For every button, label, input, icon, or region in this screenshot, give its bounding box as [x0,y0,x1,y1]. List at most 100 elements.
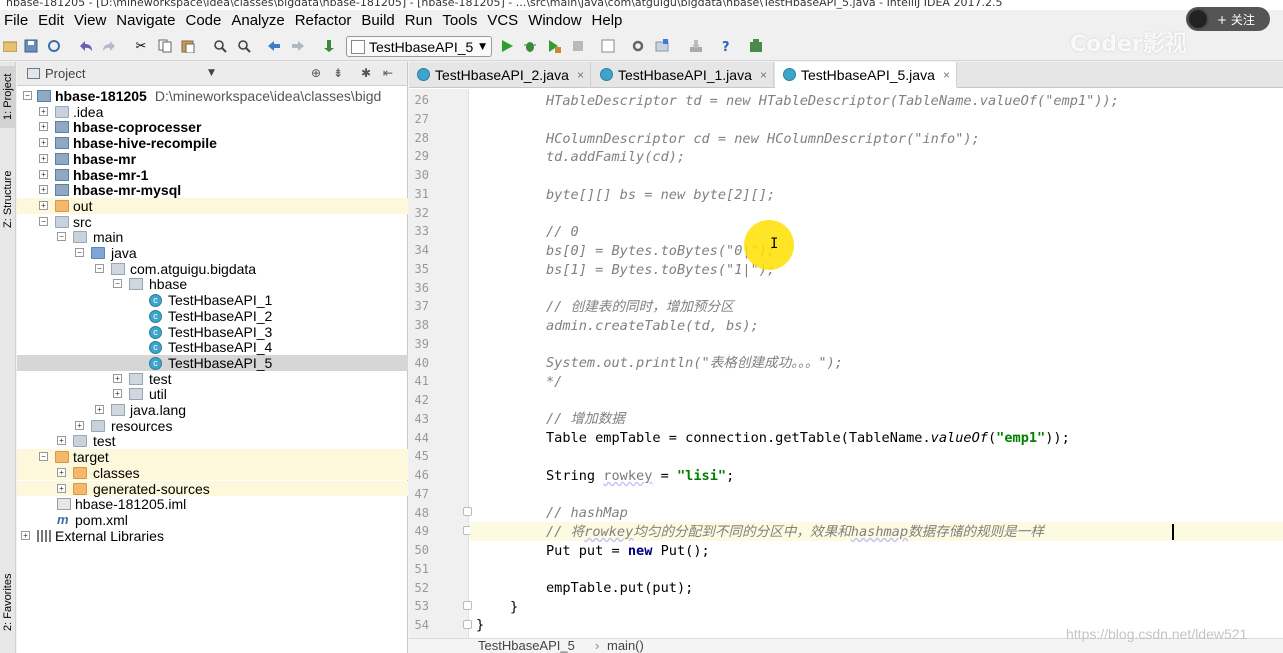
menu-refactor[interactable]: Refactor [291,10,356,32]
tab-testhbaseapi-5[interactable]: TestHbaseAPI_5.java × [775,62,957,88]
breadcrumb-class[interactable]: TestHbaseAPI_5 [478,638,575,653]
back-icon[interactable] [266,38,282,54]
tree-item-hbase-mr-1[interactable]: + hbase-mr-1 [17,167,408,183]
close-icon[interactable]: × [577,62,584,88]
java-class-icon [783,68,796,81]
avatar [1187,8,1209,30]
replace-icon[interactable] [236,38,252,54]
tree-item-hbase[interactable]: − hbase [17,276,408,292]
debug-icon[interactable] [522,38,538,54]
hide-panel-icon[interactable]: ⇤ [383,66,393,80]
tree-item-out[interactable]: + out [17,197,408,214]
paste-icon[interactable] [180,38,196,54]
scroll-from-source-icon[interactable]: ⊕ [311,66,321,80]
gear-icon[interactable]: ✱ [361,66,371,80]
tree-item-hbase-mr-mysql[interactable]: + hbase-mr-mysql [17,182,408,198]
menu-file[interactable]: File [0,10,32,32]
tree-item-testhbaseapi-1[interactable]: c TestHbaseAPI_1 [17,292,408,308]
tree-item-hbase-181205-iml[interactable]: hbase-181205.iml [17,496,408,512]
tree-item-testhbaseapi-2[interactable]: c TestHbaseAPI_2 [17,308,408,324]
close-icon[interactable]: × [760,62,767,88]
settings-icon[interactable] [630,38,646,54]
menu-view[interactable]: View [70,10,110,32]
redo-icon[interactable] [101,38,117,54]
menu-navigate[interactable]: Navigate [112,10,179,32]
tree-item-testhbaseapi-3[interactable]: c TestHbaseAPI_3 [17,324,408,340]
chevron-down-icon[interactable]: ▼ [208,68,215,78]
tab-favorites[interactable]: 2: Favorites [0,562,16,642]
run-configuration-select[interactable]: TestHbaseAPI_5 ▼ [346,36,492,57]
tree-item-hbase-coprocesser[interactable]: + hbase-coprocesser [17,119,408,135]
java-class-icon: c [149,309,162,323]
tree-item-java[interactable]: − java [17,245,408,261]
tree-item-generated-sources[interactable]: + generated-sources [17,480,408,497]
vcs-update-icon[interactable] [688,38,704,54]
line-number: 31 [414,187,429,201]
run-configuration-label: TestHbaseAPI_5 [369,38,474,55]
tree-item-test[interactable]: + test [17,433,408,449]
tree-item-com-atguigu-bigdata[interactable]: − com.atguigu.bigdata [17,261,408,277]
breadcrumb-method[interactable]: main() [607,638,644,653]
menu-edit[interactable]: Edit [34,10,68,32]
tree-item-src[interactable]: − src [17,214,408,230]
menu-code[interactable]: Code [181,10,225,32]
tree-item-idea[interactable]: + .idea [17,104,408,120]
line-number: 39 [414,337,429,351]
help-icon[interactable]: ? [718,38,734,54]
file-icon [57,498,71,511]
synchronize-icon[interactable] [46,38,62,54]
cut-icon[interactable]: ✂ [133,38,149,54]
tab-structure[interactable]: Z: Structure [0,158,16,240]
tree-item-hbase-181205[interactable]: − hbase-181205 D:\mineworkspace\idea\clas… [17,88,408,104]
line-number: 30 [414,168,429,182]
line-number: 41 [414,374,429,388]
menu-build[interactable]: Build [357,10,398,32]
menu-analyze[interactable]: Analyze [227,10,288,32]
line-number: 29 [414,149,429,163]
tree-item-test-package[interactable]: + test [17,371,408,387]
menu-vcs[interactable]: VCS [483,10,522,32]
follow-button[interactable]: + 关注 [1186,7,1270,31]
folder-icon [73,482,87,495]
tab-testhbaseapi-1[interactable]: TestHbaseAPI_1.java × [592,62,774,88]
undo-icon[interactable] [78,38,94,54]
run-with-coverage-icon[interactable] [546,38,562,54]
menu-window[interactable]: Window [524,10,585,32]
menu-help[interactable]: Help [588,10,627,32]
tree-item-target[interactable]: − target [17,449,408,465]
code-editor[interactable]: HTableDescriptor td = new HTableDescript… [470,89,1283,639]
tab-project[interactable]: 1: Project [0,66,16,128]
open-folder-icon[interactable] [2,38,18,54]
tree-item-hbase-mr[interactable]: + hbase-mr [17,151,408,167]
tree-item-util[interactable]: + util [17,386,408,402]
copy-icon[interactable] [157,38,173,54]
tree-item-classes[interactable]: + classes [17,464,408,481]
menu-run[interactable]: Run [401,10,437,32]
tree-item-testhbaseapi-5[interactable]: c TestHbaseAPI_5 [17,354,408,371]
plugins-icon[interactable] [748,38,764,54]
menu-tools[interactable]: Tools [438,10,481,32]
project-structure-icon[interactable] [600,38,616,54]
forward-icon[interactable] [290,38,306,54]
tree-item-java-lang[interactable]: + java.lang [17,402,408,418]
project-panel-title: Project [45,66,86,81]
tree-item-hbase-hive-recompile[interactable]: + hbase-hive-recompile [17,135,408,151]
tree-item-testhbaseapi-4[interactable]: c TestHbaseAPI_4 [17,339,408,355]
build-project-icon[interactable] [322,38,338,54]
code-line-40: System.out.println("表格创建成功。。。"); [546,355,843,371]
sdk-icon[interactable] [654,38,670,54]
editor-area: TestHbaseAPI_2.java × TestHbaseAPI_1.jav… [409,62,1283,653]
save-all-icon[interactable] [23,38,39,54]
breadcrumb-separator-icon: › [595,638,600,653]
tree-item-resources[interactable]: + resources [17,418,408,434]
tree-item-pom-xml[interactable]: m pom.xml [17,512,408,528]
stop-icon[interactable] [570,38,586,54]
find-icon[interactable] [212,38,228,54]
tree-item-external-libraries[interactable]: + External Libraries [17,528,408,544]
tree-item-main[interactable]: − main [17,229,408,245]
tab-testhbaseapi-2[interactable]: TestHbaseAPI_2.java × [409,62,591,88]
run-icon[interactable] [499,38,515,54]
package-icon [111,262,125,275]
close-icon[interactable]: × [943,62,950,88]
collapse-all-icon[interactable]: ⇟ [333,66,343,80]
